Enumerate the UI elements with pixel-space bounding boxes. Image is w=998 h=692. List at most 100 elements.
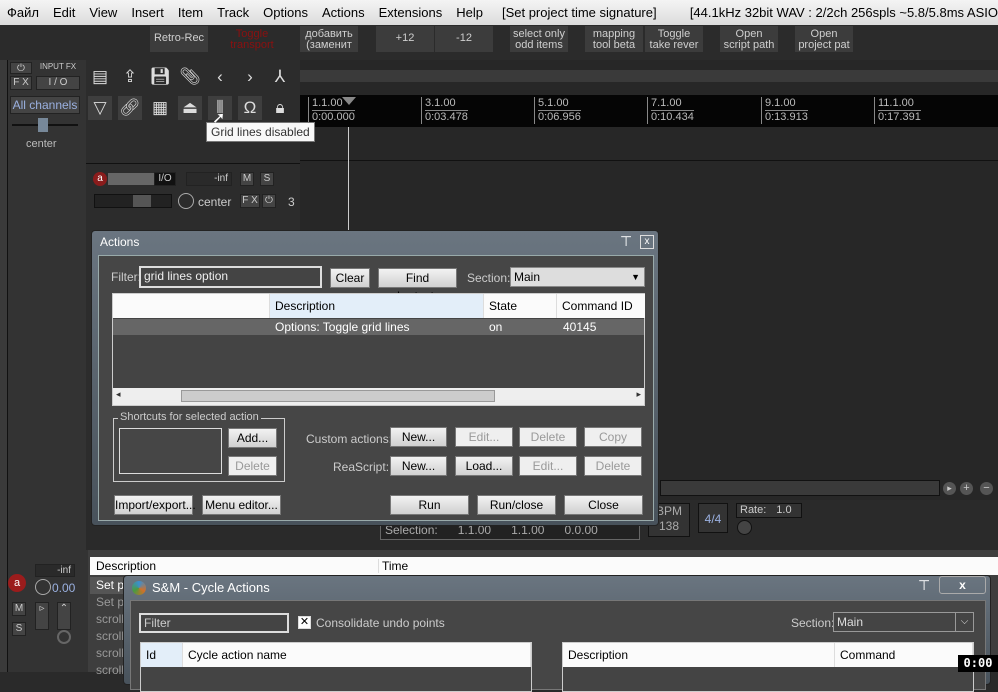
lock-icon[interactable]: 🔒︎ bbox=[268, 96, 292, 120]
horizontal-scrollbar[interactable] bbox=[660, 480, 940, 496]
playrate-display[interactable]: Rate: 1.0 bbox=[736, 503, 802, 518]
redo-icon[interactable]: › bbox=[238, 65, 262, 89]
toolbar-button[interactable]: +12 bbox=[376, 26, 434, 52]
list-horizontal-scrollbar[interactable]: ◂ ▸ bbox=[113, 388, 644, 405]
menu-insert[interactable]: Insert bbox=[124, 5, 171, 20]
input-monitor-icon[interactable]: ▹ bbox=[35, 602, 49, 630]
save-project-icon[interactable]: 💾︎ bbox=[148, 65, 172, 89]
track-solo-button[interactable]: S bbox=[260, 172, 274, 186]
section-dropdown[interactable]: Main ▼ bbox=[510, 267, 645, 287]
reascript-delete-button[interactable]: Delete bbox=[584, 456, 642, 476]
mixer-solo-button[interactable]: S bbox=[12, 622, 26, 636]
envelope-icon[interactable]: ▽ bbox=[88, 96, 112, 120]
paperclip-icon[interactable]: 📎︎ bbox=[178, 65, 202, 89]
run-button[interactable]: Run bbox=[390, 495, 469, 515]
toolbar-button[interactable]: mapping tool beta bbox=[585, 26, 643, 52]
shortcuts-list[interactable] bbox=[119, 428, 222, 474]
table-row[interactable]: Options: Toggle grid lines on 40145 bbox=[113, 319, 644, 335]
metronome-icon[interactable]: ⅄ bbox=[268, 65, 292, 89]
io-button[interactable]: I / O bbox=[36, 76, 80, 90]
ripple-icon[interactable]: ⏏ bbox=[178, 96, 202, 120]
menu-extensions[interactable]: Extensions bbox=[372, 5, 450, 20]
playrate-knob[interactable] bbox=[737, 520, 752, 535]
column-header-description[interactable]: Description bbox=[563, 643, 835, 667]
column-header-time[interactable]: Time bbox=[378, 559, 408, 573]
menu-track[interactable]: Track bbox=[210, 5, 256, 20]
actions-list[interactable]: Description State Command ID Options: To… bbox=[112, 293, 645, 406]
grid-squares-icon[interactable]: ▦ bbox=[148, 96, 172, 120]
zoom-in-icon[interactable]: + bbox=[960, 482, 973, 495]
toolbar-button[interactable]: -12 bbox=[435, 26, 493, 52]
toolbar-button[interactable]: Open script path bbox=[720, 26, 778, 52]
phase-icon[interactable] bbox=[57, 630, 71, 644]
menu-help[interactable]: Help bbox=[449, 5, 490, 20]
toolbar-button[interactable]: Open project pat bbox=[795, 26, 853, 52]
custom-copy-button[interactable]: Copy bbox=[584, 427, 642, 447]
column-header-description[interactable]: Description bbox=[270, 294, 484, 318]
menu-actions[interactable]: Actions bbox=[315, 5, 372, 20]
pin-icon[interactable]: ⊤ bbox=[918, 577, 930, 594]
track-fx-button[interactable]: F X bbox=[240, 194, 260, 208]
column-header-id[interactable]: Id bbox=[141, 643, 183, 667]
cycle-commands-list[interactable]: Description Command bbox=[562, 642, 974, 692]
toolbar-button[interactable]: добавить (заменит bbox=[300, 26, 358, 52]
power-icon[interactable]: ⏻ bbox=[10, 62, 32, 74]
track-mute-button[interactable]: M bbox=[240, 172, 254, 186]
fx-button[interactable]: F X bbox=[10, 76, 32, 90]
play-small-icon[interactable]: ▸ bbox=[943, 482, 956, 495]
gain-knob[interactable] bbox=[35, 579, 51, 595]
cycle-filter-input[interactable]: Filter bbox=[139, 613, 289, 633]
pan-knob[interactable] bbox=[178, 193, 194, 209]
toolbar-button[interactable]: select only odd items bbox=[510, 26, 568, 52]
clear-button[interactable]: Clear bbox=[330, 268, 370, 288]
custom-delete-button[interactable]: Delete bbox=[519, 427, 577, 447]
mixer-mute-button[interactable]: M bbox=[12, 602, 26, 616]
trim-icon[interactable]: ⌃ bbox=[57, 602, 71, 630]
new-project-icon[interactable]: ▤ bbox=[88, 65, 112, 89]
record-arm-button[interactable]: a bbox=[8, 574, 26, 592]
close-button[interactable]: Close bbox=[564, 495, 643, 515]
add-shortcut-button[interactable]: Add... bbox=[228, 428, 277, 448]
run-close-button[interactable]: Run/close bbox=[477, 495, 556, 515]
column-header-command[interactable]: Command bbox=[835, 643, 973, 667]
toolbar-button[interactable]: Retro-Rec bbox=[150, 26, 208, 52]
cycle-section-dropdown[interactable]: Main ⌵ bbox=[833, 612, 974, 632]
pin-icon[interactable]: ⊤ bbox=[620, 233, 632, 250]
undo-icon[interactable]: ‹ bbox=[208, 65, 232, 89]
track-volume-slider[interactable] bbox=[94, 194, 172, 208]
import-export-button[interactable]: Import/export... bbox=[114, 495, 196, 515]
menu-editor-button[interactable]: Menu editor... bbox=[202, 495, 281, 515]
column-header-state[interactable]: State bbox=[484, 294, 557, 318]
delete-shortcut-button[interactable]: Delete bbox=[228, 456, 277, 476]
close-icon[interactable]: x bbox=[640, 235, 654, 249]
menu-file[interactable]: Файл bbox=[0, 5, 46, 20]
link-icon[interactable]: 🔗︎ bbox=[118, 96, 142, 120]
track-io-button[interactable]: I/O bbox=[154, 172, 176, 186]
reascript-new-button[interactable]: New... bbox=[390, 456, 447, 476]
record-arm-button[interactable]: a bbox=[93, 172, 107, 186]
column-header-cycle-action-name[interactable]: Cycle action name bbox=[183, 643, 531, 667]
column-header-command-id[interactable]: Command ID bbox=[557, 294, 645, 318]
snap-magnet-icon[interactable]: Ω bbox=[238, 96, 262, 120]
custom-new-button[interactable]: New... bbox=[390, 427, 447, 447]
fx-bypass-icon[interactable]: ⏻ bbox=[262, 194, 276, 208]
filter-input[interactable]: grid lines option bbox=[139, 266, 322, 288]
open-project-icon[interactable]: ⇪ bbox=[118, 65, 142, 89]
zoom-out-icon[interactable]: − bbox=[980, 482, 993, 495]
toolbar-button[interactable]: Toggle take rever bbox=[645, 26, 703, 52]
playhead-marker[interactable] bbox=[342, 97, 356, 105]
channels-select[interactable]: All channels bbox=[10, 96, 80, 114]
menu-view[interactable]: View bbox=[82, 5, 124, 20]
close-icon[interactable]: x bbox=[939, 576, 986, 594]
toolbar-button[interactable]: Toggle transport bbox=[223, 26, 281, 52]
custom-edit-button[interactable]: Edit... bbox=[455, 427, 513, 447]
timeline-ruler[interactable]: 1.1.00 0:00.000 3.1.00 0:03.478 5.1.00 0:06… bbox=[300, 95, 998, 127]
menu-options[interactable]: Options bbox=[256, 5, 315, 20]
find-shortcut-button[interactable]: Find shortcut... bbox=[378, 268, 457, 303]
reascript-load-button[interactable]: Load... bbox=[455, 456, 513, 476]
reascript-edit-button[interactable]: Edit... bbox=[519, 456, 577, 476]
menu-edit[interactable]: Edit bbox=[46, 5, 82, 20]
consolidate-checkbox[interactable]: ✕ bbox=[298, 616, 311, 629]
pan-slider-handle[interactable] bbox=[38, 118, 48, 132]
column-header-description[interactable]: Description bbox=[96, 559, 156, 573]
